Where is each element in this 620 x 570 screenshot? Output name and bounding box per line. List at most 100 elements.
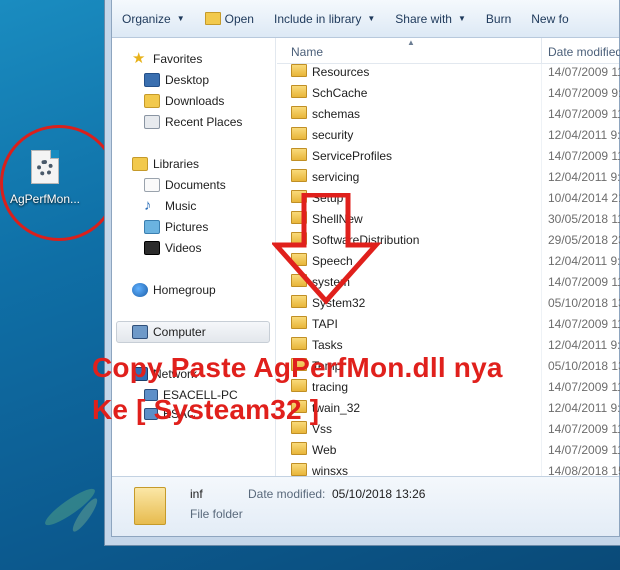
nav-computer[interactable]: Computer bbox=[132, 322, 206, 342]
music-icon: ♪ bbox=[144, 197, 152, 214]
organize-button[interactable]: Organize ▼ bbox=[112, 7, 195, 31]
recent-places-icon bbox=[144, 115, 160, 129]
computer-icon bbox=[132, 325, 148, 339]
nav-music-label: Music bbox=[165, 199, 197, 213]
nav-homegroup[interactable]: Homegroup bbox=[132, 280, 216, 300]
file-name: SchCache bbox=[312, 86, 368, 100]
nav-downloads[interactable]: Downloads bbox=[144, 91, 224, 111]
new-folder-button[interactable]: New fo bbox=[521, 7, 578, 31]
nav-favorites[interactable]: ★ Favorites bbox=[132, 49, 202, 69]
folder-icon bbox=[291, 148, 307, 161]
folder-icon bbox=[291, 64, 307, 77]
file-name: security bbox=[312, 128, 354, 142]
videos-icon bbox=[144, 241, 160, 255]
chevron-down-icon: ▼ bbox=[367, 14, 376, 23]
file-date: 14/07/2009 11: bbox=[548, 443, 620, 457]
details-modified-value: 05/10/2018 13:26 bbox=[332, 487, 426, 501]
share-with-button[interactable]: Share with ▼ bbox=[385, 7, 476, 31]
file-row[interactable]: Vss 14/07/2009 11: bbox=[277, 418, 620, 439]
file-name: servicing bbox=[312, 170, 360, 184]
nav-recent-places[interactable]: Recent Places bbox=[144, 112, 242, 132]
file-date: 12/04/2011 9: bbox=[548, 170, 620, 184]
nav-videos[interactable]: Videos bbox=[144, 238, 201, 258]
file-date: 05/10/2018 13 bbox=[548, 296, 620, 310]
burn-button[interactable]: Burn bbox=[476, 7, 521, 31]
annotation-line-1: Copy Paste AgPerfMon.dll nya bbox=[92, 352, 503, 383]
file-date: 12/04/2011 9: bbox=[548, 128, 620, 142]
file-row[interactable]: twain_32 12/04/2011 9: bbox=[277, 397, 620, 418]
nav-downloads-label: Downloads bbox=[165, 94, 225, 108]
nav-videos-label: Videos bbox=[165, 241, 202, 255]
downloads-icon bbox=[144, 94, 160, 108]
file-date: 14/07/2009 11: bbox=[548, 107, 620, 121]
open-label: Open bbox=[224, 11, 254, 26]
down-arrow-annotation bbox=[272, 193, 382, 305]
pictures-icon bbox=[144, 220, 160, 234]
documents-icon bbox=[144, 178, 160, 192]
file-row[interactable]: Resources 14/07/2009 11: bbox=[277, 61, 620, 82]
nav-favorites-label: Favorites bbox=[153, 52, 203, 66]
file-row[interactable]: Web 14/07/2009 11: bbox=[277, 439, 620, 460]
libraries-icon bbox=[132, 157, 148, 171]
folder-icon bbox=[291, 127, 307, 140]
folder-icon bbox=[291, 316, 307, 329]
folder-icon bbox=[291, 442, 307, 455]
star-icon: ★ bbox=[132, 50, 146, 67]
file-date: 30/05/2018 11: bbox=[548, 212, 620, 226]
column-divider[interactable] bbox=[541, 38, 542, 63]
nav-documents[interactable]: Documents bbox=[144, 175, 226, 195]
nav-desktop-label: Desktop bbox=[165, 73, 210, 87]
burn-label: Burn bbox=[485, 11, 512, 26]
file-date: 12/04/2011 9: bbox=[548, 401, 620, 415]
nav-pictures[interactable]: Pictures bbox=[144, 217, 208, 237]
annotation-line-2: Ke [ Systeam32 ] bbox=[92, 394, 320, 425]
folder-icon bbox=[291, 463, 307, 476]
command-bar: Organize ▼ Open Include in library ▼ Share… bbox=[112, 0, 619, 38]
file-date: 05/10/2018 13 bbox=[548, 359, 620, 373]
desktop-icon bbox=[144, 73, 160, 87]
file-row[interactable]: SchCache 14/07/2009 9: bbox=[277, 82, 620, 103]
file-row[interactable]: servicing 12/04/2011 9: bbox=[277, 166, 620, 187]
file-date: 10/04/2014 21 bbox=[548, 191, 620, 205]
file-date: 29/05/2018 23 bbox=[548, 233, 620, 247]
details-type: File folder bbox=[190, 507, 243, 521]
nav-libraries-label: Libraries bbox=[153, 157, 200, 171]
file-date: 12/04/2011 9: bbox=[548, 254, 620, 268]
nav-documents-label: Documents bbox=[165, 178, 226, 192]
file-row[interactable]: security 12/04/2011 9: bbox=[277, 124, 620, 145]
include-label: Include in library bbox=[273, 11, 362, 26]
chevron-down-icon: ▼ bbox=[457, 14, 466, 23]
file-date: 12/04/2011 9: bbox=[548, 338, 620, 352]
file-row[interactable]: schemas 14/07/2009 11: bbox=[277, 103, 620, 124]
column-name-header[interactable]: Name bbox=[291, 45, 323, 59]
nav-libraries[interactable]: Libraries bbox=[132, 154, 199, 174]
nav-desktop[interactable]: Desktop bbox=[144, 70, 209, 90]
file-date: 14/07/2009 11: bbox=[548, 149, 620, 163]
file-date: 14/07/2009 11: bbox=[548, 317, 620, 331]
file-name: ServiceProfiles bbox=[312, 149, 393, 163]
new-folder-label: New fo bbox=[531, 11, 569, 26]
file-date: 14/07/2009 11: bbox=[548, 275, 620, 289]
nav-homegroup-label: Homegroup bbox=[153, 283, 216, 297]
folder-open-icon bbox=[204, 12, 221, 25]
column-date-header[interactable]: Date modified bbox=[548, 45, 620, 59]
details-modified-label: Date modified: bbox=[248, 487, 326, 501]
folder-icon bbox=[291, 169, 307, 182]
highlight-circle bbox=[0, 125, 118, 241]
file-name: schemas bbox=[312, 107, 361, 121]
details-name: inf bbox=[190, 487, 203, 501]
file-name: TAPI bbox=[312, 317, 338, 331]
folder-icon bbox=[291, 85, 307, 98]
nav-recent-label: Recent Places bbox=[165, 115, 243, 129]
file-row[interactable]: ServiceProfiles 14/07/2009 11: bbox=[277, 145, 620, 166]
include-in-library-button[interactable]: Include in library ▼ bbox=[264, 7, 385, 31]
file-row[interactable]: TAPI 14/07/2009 11: bbox=[277, 313, 620, 334]
open-button[interactable]: Open bbox=[195, 7, 264, 31]
nav-pictures-label: Pictures bbox=[165, 220, 209, 234]
nav-music[interactable]: ♪ Music bbox=[144, 196, 196, 216]
organize-label: Organize bbox=[122, 11, 171, 26]
homegroup-icon bbox=[132, 283, 148, 297]
file-name: Web bbox=[312, 443, 337, 457]
folder-icon bbox=[291, 106, 307, 119]
folder-icon bbox=[134, 487, 166, 525]
